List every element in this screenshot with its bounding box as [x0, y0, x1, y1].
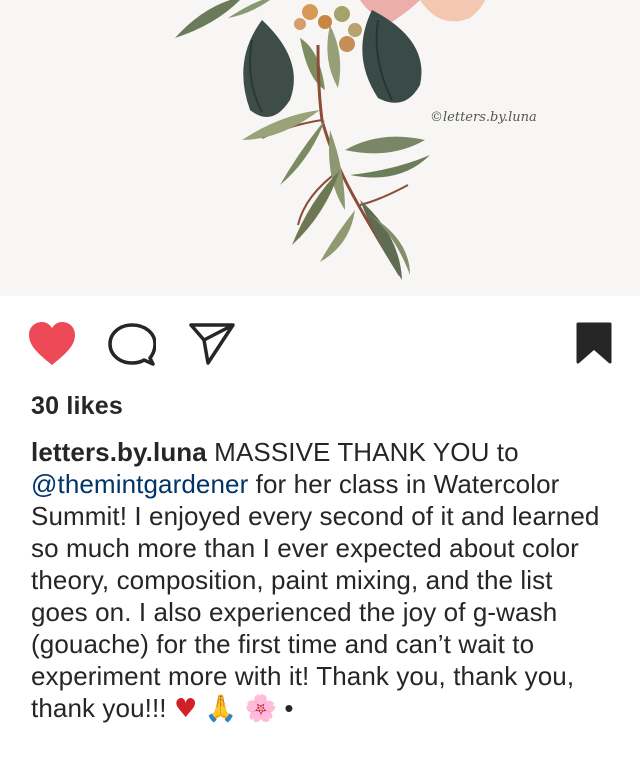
watermark: ©letters.by.luna: [430, 110, 537, 125]
comment-button[interactable]: [108, 322, 157, 368]
share-button[interactable]: [188, 322, 236, 366]
like-button[interactable]: [27, 321, 77, 367]
caption-username[interactable]: letters.by.luna: [31, 437, 207, 467]
bookmark-filled-icon: [576, 322, 612, 364]
post-image[interactable]: ©letters.by.luna: [0, 0, 640, 296]
caption-mention-link[interactable]: @themintgardener: [31, 469, 248, 499]
comment-bubble-icon: [108, 323, 157, 366]
heart-filled-icon: [29, 322, 75, 365]
paper-plane-icon: [189, 323, 235, 365]
caption-text: MASSIVE THANK YOU to: [206, 437, 519, 467]
cherry-blossom-emoji-icon: 🌸: [244, 694, 277, 724]
save-button[interactable]: [576, 322, 612, 364]
post-caption: letters.by.luna MASSIVE THANK YOU to @th…: [31, 436, 616, 725]
caption-trailing-dot: •: [277, 693, 294, 723]
watercolor-botanical-illustration: [175, 0, 485, 280]
action-bar: [0, 296, 640, 392]
likes-count[interactable]: 30 likes: [31, 392, 123, 421]
caption-text-continued: for her class in Watercolor Summit! I en…: [31, 469, 600, 723]
red-heart-emoji-icon: ♥: [173, 694, 198, 724]
folded-hands-emoji-icon: 🙏: [204, 694, 238, 724]
